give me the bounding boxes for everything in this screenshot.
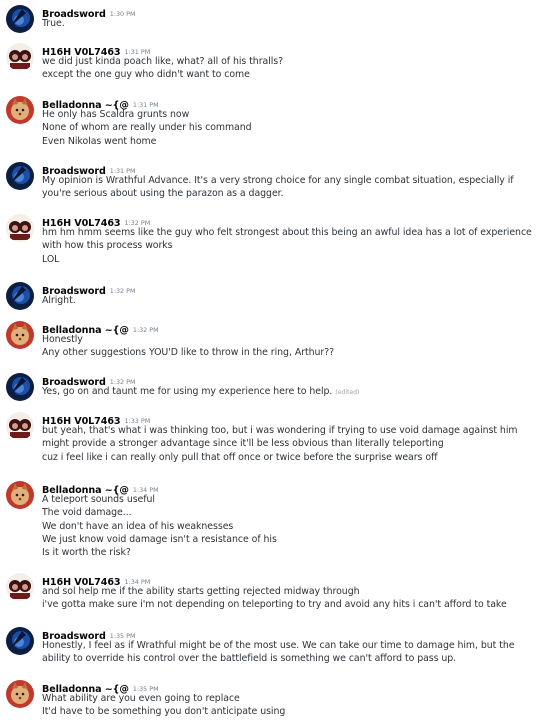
message-text: hm hm hmm seems like the guy who felt st…: [42, 227, 532, 252]
message-text: and sol help me if the ability starts ge…: [42, 586, 360, 597]
broadsword-avatar[interactable]: [6, 282, 34, 310]
broadsword-avatar[interactable]: [6, 627, 34, 655]
message-text: A teleport sounds useful: [42, 494, 155, 505]
highvoltage-avatar[interactable]: [6, 412, 34, 440]
highvoltage-avatar[interactable]: [6, 573, 34, 601]
message-text: i've gotta make sure i'm not depending o…: [42, 599, 507, 611]
message-text: Honestly, I feel as if Wrathful might be…: [42, 640, 515, 665]
message-text: What ability are you even going to repla…: [42, 693, 240, 704]
message-text: True.: [42, 18, 65, 29]
message-text: Alright.: [42, 295, 76, 306]
belladonna-avatar[interactable]: [6, 680, 34, 708]
belladonna-avatar[interactable]: [6, 96, 34, 124]
broadsword-avatar[interactable]: [6, 162, 34, 190]
broadsword-avatar[interactable]: [6, 373, 34, 401]
message-text: Is it worth the risk?: [42, 547, 131, 559]
edited-label: (edited): [335, 389, 360, 396]
chat-message-list[interactable]: Broadsword 1:30 PM True. H16H V0L7463 1:31…: [0, 0, 540, 720]
message-text: cuz i feel like i can really only pull t…: [42, 451, 438, 463]
belladonna-avatar[interactable]: [6, 321, 34, 349]
message-text: My opinion is Wrathful Advance. It's a v…: [42, 175, 514, 200]
message-text: we did just kinda poach like, what? all …: [42, 56, 284, 67]
message-text: The void damage...: [42, 507, 132, 519]
message-text: Even Nikolas went home: [42, 135, 157, 147]
highvoltage-avatar[interactable]: [6, 43, 34, 71]
message-text: It'd have to be something you don't anti…: [42, 706, 286, 718]
highvoltage-avatar[interactable]: [6, 214, 34, 242]
message-text-content: Yes, go on and taunt me for using my exp…: [42, 386, 333, 397]
message-text: We just know void damage isn't a resista…: [42, 533, 277, 545]
message-text: None of whom are really under his comman…: [42, 122, 252, 134]
message-text: LOL: [42, 253, 60, 265]
message-text: but yeah, that's what i was thinking too…: [42, 425, 518, 450]
belladonna-avatar[interactable]: [6, 481, 34, 509]
message-text: Any other suggestions YOU'D like to thro…: [42, 347, 335, 359]
message-text: Honestly: [42, 334, 83, 345]
message-text: He only has Scaldra grunts now: [42, 109, 190, 120]
message-text: We don't have an idea of his weaknesses: [42, 520, 234, 532]
broadsword-avatar[interactable]: [6, 5, 34, 33]
message-text: except the one guy who didn't want to co…: [42, 69, 250, 81]
message-text: Yes, go on and taunt me for using my exp…: [42, 385, 532, 399]
